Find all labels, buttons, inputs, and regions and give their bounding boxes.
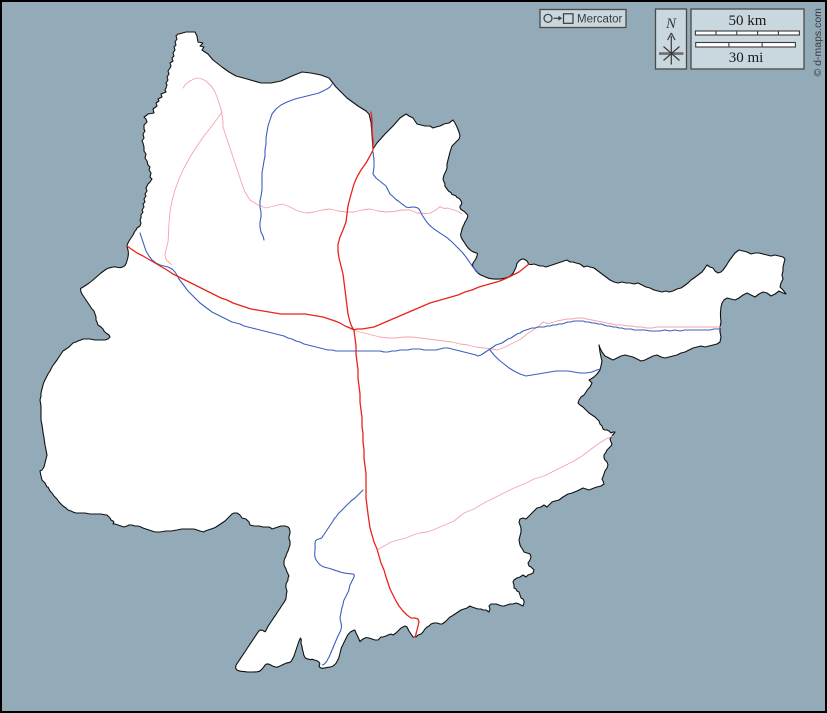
svg-text:30 mi: 30 mi — [729, 50, 764, 66]
svg-text:© d-maps.com: © d-maps.com — [812, 8, 824, 77]
svg-text:50 km: 50 km — [729, 13, 767, 29]
svg-text:N: N — [665, 16, 677, 32]
svg-text:Mercator: Mercator — [577, 13, 623, 25]
